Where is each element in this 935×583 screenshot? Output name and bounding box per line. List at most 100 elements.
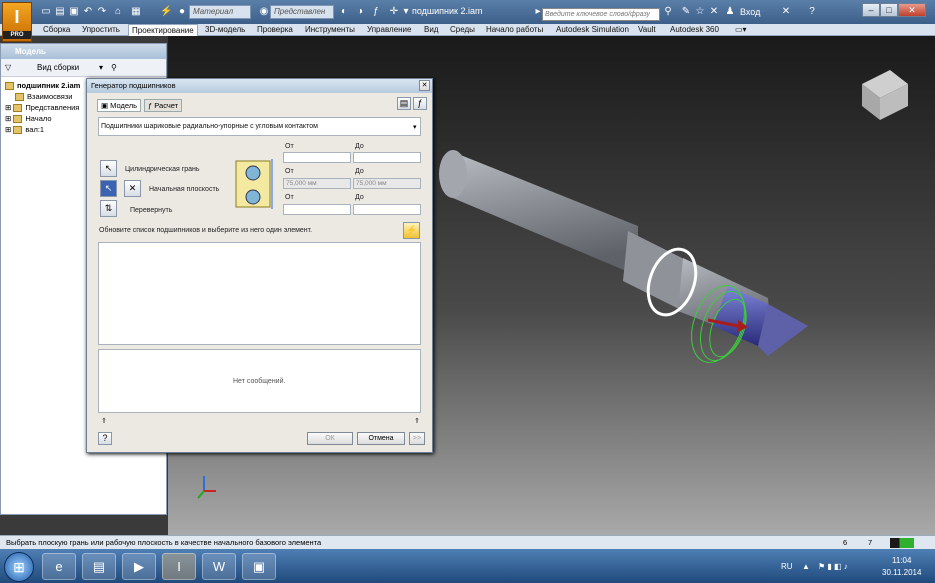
inner-diameter-to[interactable] — [353, 152, 421, 163]
move-icon[interactable]: ✛ — [388, 6, 400, 18]
app-task-icon[interactable]: ▣ — [242, 553, 276, 580]
material-dropdown[interactable]: Материал — [189, 5, 251, 19]
representation-dropdown[interactable]: Представлен — [270, 5, 334, 19]
chevron-down-icon[interactable]: ▾ — [400, 6, 412, 18]
fx-icon[interactable]: ƒ — [413, 97, 427, 110]
ok-button[interactable]: ОК — [307, 432, 353, 445]
cancel-button[interactable]: Отмена — [357, 432, 405, 445]
language-indicator[interactable]: RU — [781, 562, 793, 571]
bearing-type-select[interactable]: Подшипники шариковые радиально-упорные с… — [98, 117, 421, 136]
lightning-icon[interactable]: ⚡ — [403, 222, 420, 239]
width-to[interactable] — [353, 204, 421, 215]
start-button[interactable]: ⊞ — [4, 552, 34, 582]
word-icon[interactable]: W — [202, 553, 236, 580]
view-dropdown[interactable]: Вид сборки — [37, 59, 79, 77]
clock-date[interactable]: 30.11.2014 — [882, 568, 921, 577]
document-title: подшипник 2.iam — [412, 6, 483, 16]
folder-icon — [13, 115, 23, 124]
color-icon[interactable]: ◐ — [338, 6, 350, 18]
tab-tools[interactable]: Инструменты — [305, 24, 355, 36]
tab-simplify[interactable]: Упростить — [82, 24, 120, 36]
tab-manage[interactable]: Управление — [367, 24, 411, 36]
star-icon[interactable]: ☆ — [694, 6, 706, 18]
dialog-title: Генератор подшипников — [87, 79, 432, 93]
home-icon[interactable]: ⌂ — [112, 6, 124, 18]
color-clear-icon[interactable]: ◑ — [354, 6, 366, 18]
undo-icon[interactable]: ↶ — [82, 6, 94, 18]
close-x-icon[interactable]: ✕ — [708, 6, 720, 18]
cylindrical-face-label: Цилиндрическая грань — [125, 166, 200, 173]
dialog-close-button[interactable]: ✕ — [419, 80, 430, 91]
tree-root[interactable]: подшипник 2.iam — [5, 80, 80, 91]
media-player-icon[interactable]: ▶ — [122, 553, 156, 580]
filter-icon[interactable]: ▽ — [5, 59, 11, 77]
help-icon[interactable]: ? — [806, 6, 818, 18]
new-icon[interactable]: ▭ — [40, 6, 52, 18]
tab-vault[interactable]: Vault — [638, 24, 656, 36]
select-plane-icon[interactable]: ↖ — [100, 180, 117, 197]
tree-item-shaft[interactable]: ⊞ вал:1 — [5, 124, 44, 135]
browser-title[interactable]: Модель — [1, 44, 166, 59]
tab-calculation[interactable]: ƒ Расчет — [144, 99, 183, 112]
binoculars-icon[interactable]: ⚲ — [111, 59, 117, 77]
viewcube-icon[interactable] — [862, 70, 908, 120]
tree-item-representations[interactable]: ⊞ Представления — [5, 102, 79, 113]
tab-get-started[interactable]: Начало работы — [486, 24, 543, 36]
tab-design[interactable]: Проектирование — [128, 24, 198, 36]
close-button[interactable]: ✕ — [898, 3, 926, 17]
from-label: От — [285, 168, 294, 175]
save-icon[interactable]: ▣ — [68, 6, 80, 18]
open-icon[interactable]: ▤ — [54, 6, 66, 18]
ribbon-options-icon[interactable]: ▭▾ — [735, 24, 747, 36]
tab-view[interactable]: Вид — [424, 24, 438, 36]
width-from[interactable] — [283, 204, 351, 215]
select-icon[interactable]: ▦ — [130, 6, 142, 18]
chevron-down-icon[interactable]: ▾ — [99, 59, 103, 77]
select-face-icon[interactable]: ↖ — [100, 160, 117, 177]
login-link[interactable]: Вход — [740, 7, 760, 17]
browser-toolbar: ▽ Вид сборки ▾ ⚲ — [1, 59, 166, 77]
messages-text: Нет сообщений. — [233, 378, 286, 385]
tree-item-relationships[interactable]: Взаимосвязи — [15, 91, 72, 102]
tab-inspect[interactable]: Проверка — [257, 24, 293, 36]
wrench-icon[interactable]: ✎ — [680, 6, 692, 18]
binoculars-icon[interactable]: ⚲ — [662, 6, 674, 18]
model-tab-icon: ▣ — [101, 101, 111, 110]
bearing-list[interactable] — [98, 242, 421, 345]
tray-arrow-icon[interactable]: ▲ — [802, 562, 810, 571]
help-icon[interactable]: ? — [98, 432, 112, 445]
tab-autodesk-360[interactable]: Autodesk 360 — [670, 24, 719, 36]
from-label: От — [285, 143, 294, 150]
tab-environments[interactable]: Среды — [450, 24, 475, 36]
clear-selection-icon[interactable]: ✕ — [124, 180, 141, 197]
shaft-model[interactable] — [439, 150, 808, 356]
explorer-icon[interactable]: ▤ — [82, 553, 116, 580]
inventor-task-icon[interactable]: I — [162, 553, 196, 580]
search-input[interactable]: Введите ключевое слово/фразу — [542, 8, 660, 21]
tab-simulation[interactable]: Autodesk Simulation — [556, 24, 629, 36]
fx-icon[interactable]: ƒ — [370, 6, 382, 18]
tab-assembly[interactable]: Сборка — [43, 24, 70, 36]
exchange-icon[interactable]: ✕ — [780, 6, 792, 18]
clock-time[interactable]: 11:04 — [892, 556, 911, 565]
tray-icons[interactable]: ⚑ ▮ ◧ ♪ — [818, 562, 848, 571]
more-button[interactable]: >> — [409, 432, 425, 445]
inner-diameter-from[interactable] — [283, 152, 351, 163]
maximize-button[interactable]: □ — [880, 3, 898, 17]
open-file-icon[interactable]: ▤ — [397, 97, 411, 110]
status-indicator — [890, 538, 914, 548]
outer-diameter-to[interactable]: 75,000 мм — [353, 178, 421, 189]
flip-icon[interactable]: ⇅ — [100, 200, 117, 217]
collapse-up-icon-right[interactable]: ⇑ — [414, 417, 420, 425]
ie-icon[interactable]: e — [42, 553, 76, 580]
tree-item-origin[interactable]: ⊞ Начало — [5, 113, 52, 124]
outer-diameter-from[interactable]: 75,000 мм — [283, 178, 351, 189]
status-bar: Выбрать плоскую грань или рабочую плоско… — [0, 535, 935, 549]
tab-3d-model[interactable]: 3D-модель — [205, 24, 245, 36]
tab-model[interactable]: ▣ Модель — [97, 99, 142, 112]
redo-icon[interactable]: ↷ — [96, 6, 108, 18]
collapse-up-icon[interactable]: ⇑ — [101, 417, 107, 425]
update-icon[interactable]: ⚡ — [160, 6, 172, 18]
minimize-button[interactable]: – — [862, 3, 880, 17]
inventor-logo[interactable]: I PRO — [2, 2, 32, 42]
